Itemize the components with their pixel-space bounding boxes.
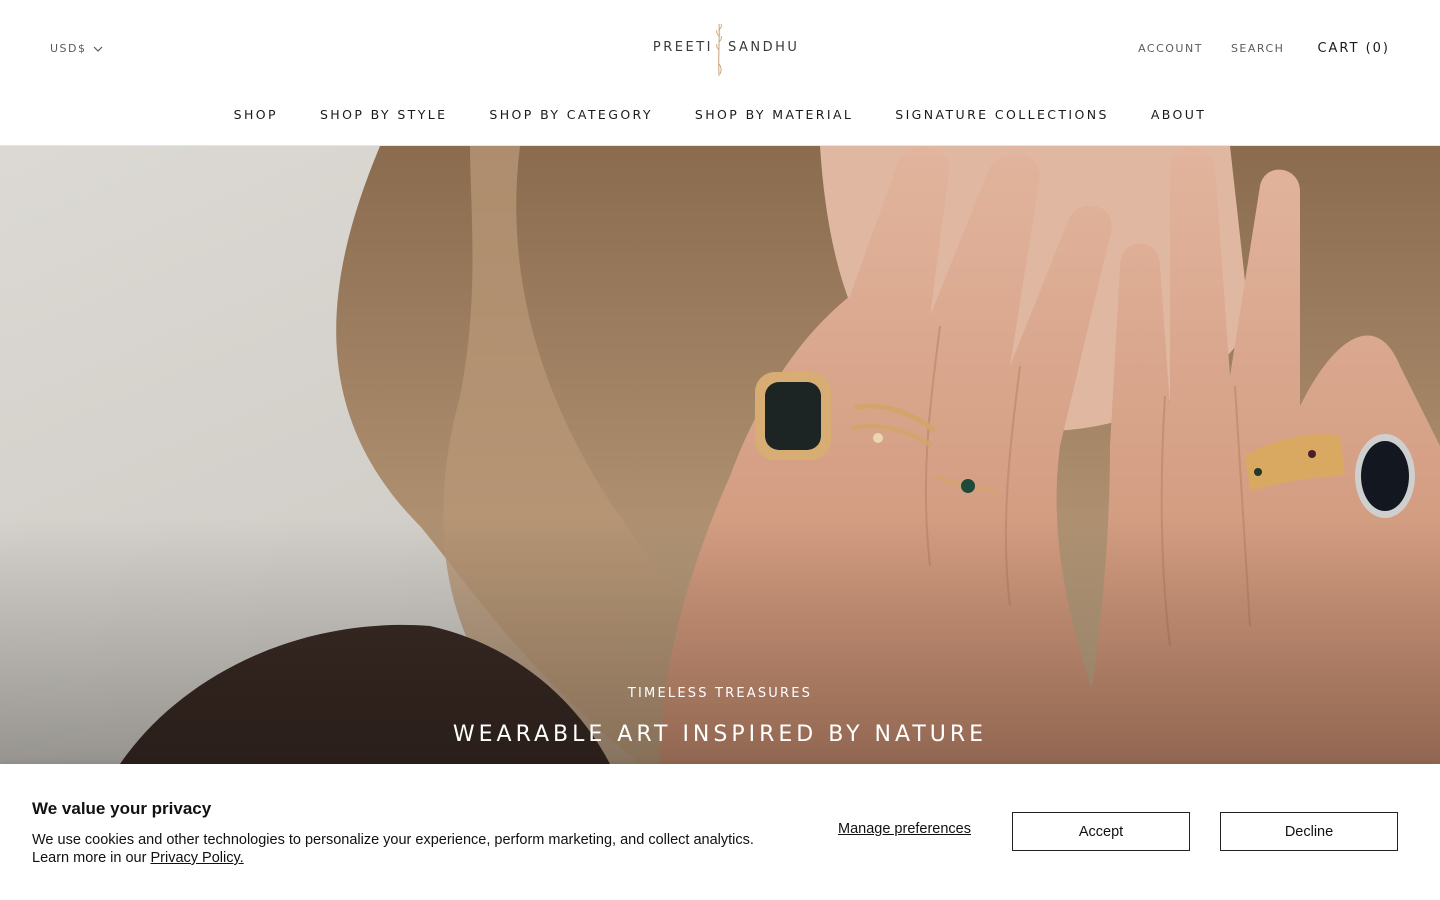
currency-selector[interactable]: USD$ bbox=[50, 42, 103, 55]
cookie-banner: We value your privacy We use cookies and… bbox=[0, 764, 1440, 900]
hero-title: WEARABLE ART INSPIRED BY NATURE bbox=[452, 722, 988, 747]
cookie-title: We value your privacy bbox=[32, 799, 212, 818]
cookie-text-line2: Learn more in our bbox=[32, 850, 151, 866]
cookie-description: We use cookies and other technologies to… bbox=[32, 831, 792, 867]
logo-wheat-icon bbox=[716, 23, 722, 77]
main-navigation: SHOP SHOP BY STYLE SHOP BY CATEGORY SHOP… bbox=[0, 107, 1440, 122]
manage-preferences-link[interactable]: Manage preferences bbox=[838, 821, 971, 837]
site-header: USD$ PREETI SANDHU Account Search CART (… bbox=[0, 0, 1440, 146]
hero-banner[interactable]: TIMELESS TREASURES WEARABLE ART INSPIRED… bbox=[0, 146, 1440, 764]
accept-button[interactable]: Accept bbox=[1012, 812, 1190, 851]
privacy-policy-link[interactable]: Privacy Policy. bbox=[150, 850, 243, 866]
nav-item-shop-by-style[interactable]: SHOP BY STYLE bbox=[320, 107, 447, 122]
hero-subtitle: TIMELESS TREASURES bbox=[627, 686, 813, 701]
nav-item-shop-by-category[interactable]: SHOP BY CATEGORY bbox=[489, 107, 652, 122]
currency-label: USD$ bbox=[50, 42, 87, 55]
search-link[interactable]: Search bbox=[1231, 42, 1285, 55]
nav-item-shop[interactable]: SHOP bbox=[234, 107, 278, 122]
nav-item-about[interactable]: ABOUT bbox=[1151, 107, 1207, 122]
account-link[interactable]: Account bbox=[1138, 42, 1203, 55]
nav-item-shop-by-material[interactable]: SHOP BY MATERIAL bbox=[695, 107, 853, 122]
logo-text-first: PREETI bbox=[652, 40, 713, 55]
chevron-down-icon bbox=[93, 46, 102, 52]
brand-logo[interactable]: PREETI SANDHU bbox=[640, 20, 800, 78]
nav-item-signature-collections[interactable]: SIGNATURE COLLECTIONS bbox=[895, 107, 1109, 122]
decline-button[interactable]: Decline bbox=[1220, 812, 1398, 851]
header-actions: Account Search CART (0) bbox=[1138, 41, 1390, 56]
cart-link[interactable]: CART (0) bbox=[1317, 41, 1390, 56]
logo-text-second: SANDHU bbox=[728, 40, 800, 55]
cookie-text-line1: We use cookies and other technologies to… bbox=[32, 832, 754, 848]
hero-image bbox=[0, 146, 1440, 764]
